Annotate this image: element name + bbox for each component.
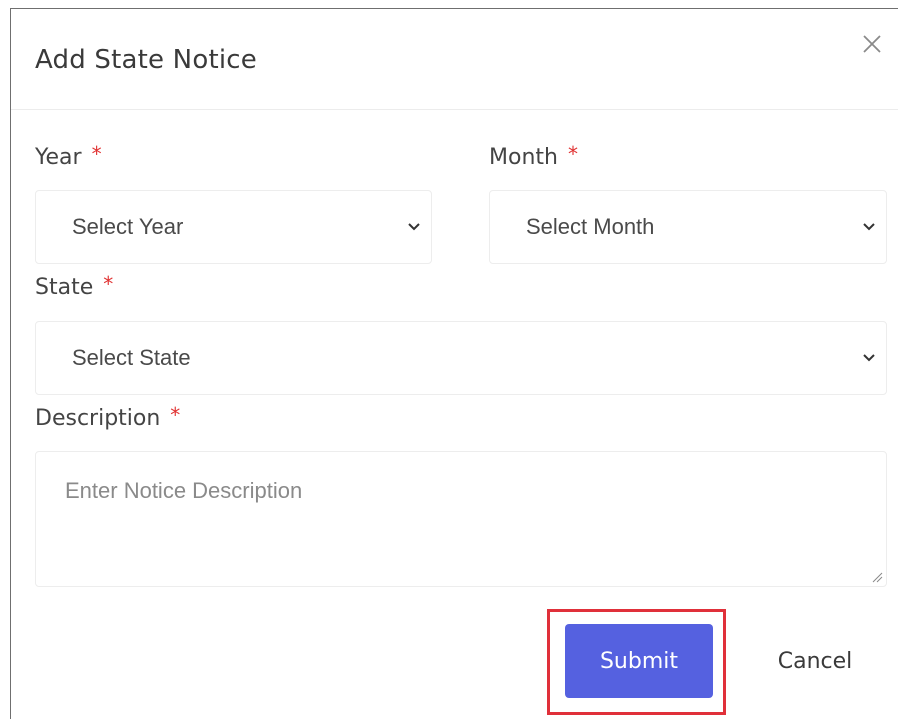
submit-button[interactable]: Submit (565, 624, 713, 698)
close-icon (863, 35, 881, 53)
modal-title: Add State Notice (35, 45, 257, 75)
description-label: Description * (35, 403, 181, 431)
chevron-down-icon (863, 354, 875, 362)
description-placeholder: Enter Notice Description (65, 478, 303, 503)
cancel-button[interactable]: Cancel (757, 624, 873, 698)
required-mark: * (91, 142, 102, 166)
month-select[interactable]: Select Month (489, 190, 887, 264)
year-label: Year * (35, 142, 102, 170)
add-state-notice-modal: Add State Notice Year * Select Year Month… (10, 8, 898, 719)
state-select-value: Select State (72, 345, 191, 370)
description-textarea[interactable]: Enter Notice Description (35, 451, 887, 587)
chevron-down-icon (863, 223, 875, 231)
month-label: Month * (489, 142, 578, 170)
resize-handle-icon[interactable] (871, 571, 883, 583)
state-select[interactable]: Select State (35, 321, 887, 395)
required-mark: * (170, 403, 181, 427)
year-select[interactable]: Select Year (35, 190, 432, 264)
state-label: State * (35, 272, 114, 300)
modal-header: Add State Notice (11, 9, 898, 110)
close-button[interactable] (857, 29, 887, 59)
required-mark: * (103, 272, 114, 296)
year-select-value: Select Year (72, 214, 184, 239)
chevron-down-icon (408, 223, 420, 231)
month-select-value: Select Month (526, 214, 655, 239)
required-mark: * (567, 142, 578, 166)
